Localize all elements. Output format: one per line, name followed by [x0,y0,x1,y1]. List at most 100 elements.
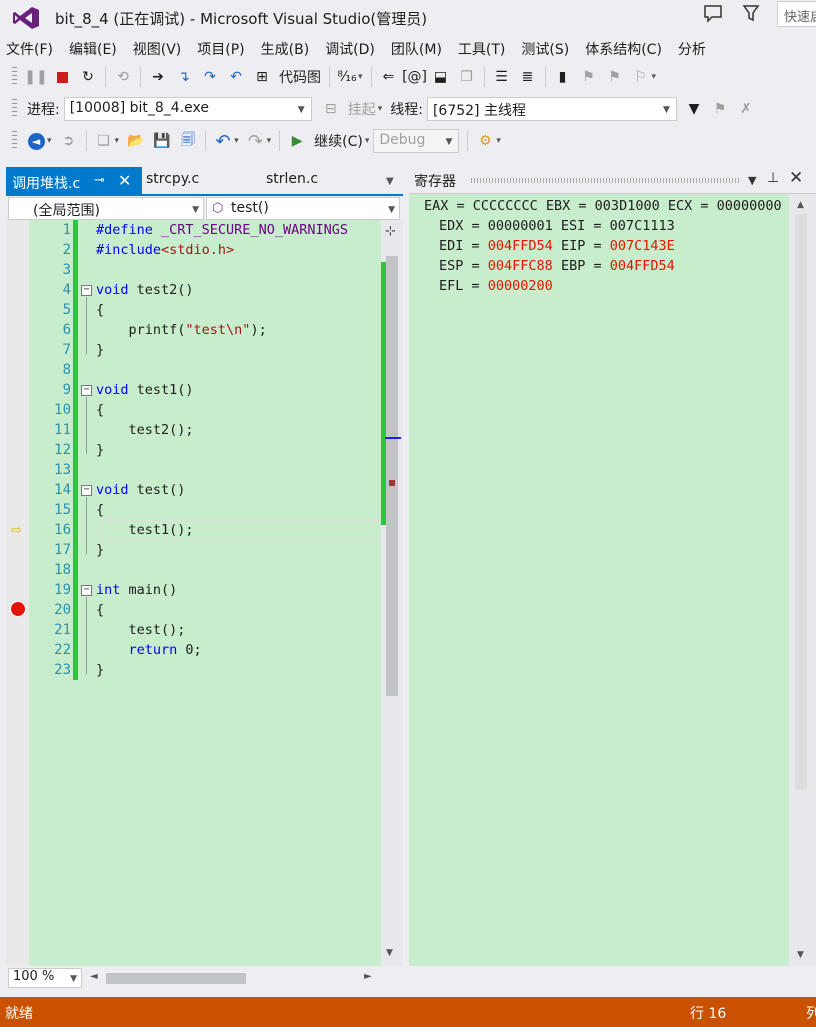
window-drag-grip[interactable] [471,178,741,183]
pin-icon[interactable]: ⊥ [767,170,779,186]
stop-icon[interactable] [51,66,73,88]
configuration-select[interactable]: Debug ▼ [373,129,460,153]
restart-icon[interactable]: ↻ [77,66,99,88]
save-all-icon[interactable]: 🗐 [177,130,199,152]
unflag-threads-icon[interactable]: ✗ [735,98,757,120]
navigate-back-icon[interactable]: ◄ [25,130,47,152]
collapse-icon[interactable]: − [81,485,92,496]
toolbar-grip[interactable] [12,99,17,119]
close-icon[interactable]: ✕ [789,168,803,188]
step-over-icon[interactable]: ↷ [199,66,221,88]
tab-call-stack-c[interactable]: 调用堆栈.c ⊸ ✕ [6,167,142,194]
quick-launch-input[interactable]: 快速启 [777,1,816,27]
continue-icon[interactable]: ▶ [286,130,308,152]
scrollbar-thumb[interactable] [386,256,398,696]
window-position-dropdown-icon[interactable]: ▼ [748,174,756,187]
toolbar-grip[interactable] [12,67,17,87]
dropdown-arrow-icon[interactable]: ▾ [652,72,657,82]
process-select[interactable]: [10008] bit_8_4.exe ▼ [63,97,312,121]
suspend-button[interactable]: 挂起 [348,99,376,119]
new-project-icon[interactable]: ❏ [93,130,115,152]
undo-icon[interactable]: ↶ [212,130,234,152]
method-icon: ⬡ [212,201,224,216]
redo-icon[interactable]: ↷ [245,130,267,152]
tab-overflow-chevron-icon[interactable]: ▼ [386,176,394,187]
threads-icon[interactable]: ⇐ [378,66,400,88]
hot-reload-icon[interactable]: ⟲ [112,66,134,88]
thread-filter-icon[interactable]: ▼ [683,98,705,120]
collapse-icon[interactable]: − [81,385,92,396]
scrollbar-thumb[interactable] [795,214,807,790]
menu-edit[interactable]: 编辑(E) [63,39,123,59]
scroll-left-icon[interactable]: ◄ [90,971,98,982]
save-icon[interactable]: 💾 [151,130,173,152]
continue-button[interactable]: 继续(C) [314,131,363,151]
collapse-icon[interactable]: − [81,285,92,296]
next-bookmark-icon[interactable]: ⚑ [604,66,626,88]
tab-strcpy-c[interactable]: strcpy.c [140,167,205,194]
tab-strlen-c[interactable]: strlen.c [260,167,324,194]
stack-frame-icon[interactable]: ⬓ [430,66,452,88]
horizontal-scrollbar-thumb[interactable] [106,973,246,984]
menu-view[interactable]: 视图(V) [127,39,188,59]
scroll-up-icon[interactable]: ▲ [797,200,804,210]
open-file-icon[interactable]: 📂 [125,130,147,152]
menu-analyze[interactable]: 分析 [672,39,712,59]
dropdown-arrow-icon[interactable]: ▾ [115,136,120,146]
collapse-icon[interactable]: − [81,585,92,596]
menu-project[interactable]: 项目(P) [191,39,250,59]
navigate-forward-icon[interactable]: ➲ [58,130,80,152]
registers-vertical-scrollbar[interactable]: ▲ ▼ [789,194,816,966]
scroll-down-icon[interactable]: ▼ [797,950,804,960]
dropdown-arrow-icon[interactable]: ▾ [267,136,272,146]
menu-build[interactable]: 生成(B) [255,39,316,59]
dropdown-arrow-icon[interactable]: ▾ [234,136,239,146]
zoom-select[interactable]: 100 % ▼ [8,968,82,988]
menu-architecture[interactable]: 体系结构(C) [579,39,668,59]
scroll-right-icon[interactable]: ► [364,971,372,982]
dropdown-arrow-icon[interactable]: ▾ [378,104,383,114]
registers-content[interactable]: EAX = CCCCCCCC EBX = 003D1000 ECX = 0000… [409,194,789,966]
scroll-down-icon[interactable]: ▼ [386,948,393,958]
menu-tools[interactable]: 工具(T) [452,39,511,59]
menu-file[interactable]: 文件(F) [0,39,59,59]
dropdown-arrow-icon[interactable]: ▾ [358,72,363,82]
suspend-icon[interactable]: ⊟ [320,98,342,120]
breakpoint-icon[interactable] [10,601,26,617]
indent-icon[interactable]: ☰ [491,66,513,88]
hex-display-icon[interactable]: ⁸⁄₁₆ [336,66,358,88]
code-text-area[interactable]: − − − − #define _CRT_SECURE_NO_WARNINGS … [81,220,385,966]
attach-process-icon[interactable]: ⚙ [474,130,496,152]
function-select[interactable]: ⬡ test() ▼ [206,197,400,220]
editor-vertical-scrollbar[interactable]: ⊹ ▼ [381,220,403,966]
clear-bookmarks-icon[interactable]: ⚐ [630,66,652,88]
show-next-statement-icon[interactable]: ➔ [147,66,169,88]
thread-select[interactable]: [6752] 主线程 ▼ [426,97,677,121]
dropdown-arrow-icon[interactable]: ▾ [47,136,52,146]
step-out-icon[interactable]: ↶ [225,66,247,88]
bookmark-icon[interactable]: ▮ [552,66,574,88]
menu-debug[interactable]: 调试(D) [319,39,381,59]
watch-icon[interactable]: [@] [402,66,427,88]
feedback-icon[interactable] [703,3,723,23]
filter-icon[interactable] [742,3,760,23]
pin-icon[interactable]: ⊸ [94,173,105,188]
toolbar-grip[interactable] [12,131,17,151]
step-into-icon[interactable]: ↴ [173,66,195,88]
code-editor[interactable]: ⇨ 1 2 3 4 5 6 7 8 9 10 11 12 13 14 15 16… [6,220,403,966]
copy-frames-icon[interactable]: ❐ [456,66,478,88]
scope-select[interactable]: (全局范围) ▼ [8,197,204,220]
flag-threads-icon[interactable]: ⚑ [709,98,731,120]
code-map-icon[interactable]: ⊞ [251,66,273,88]
comment-icon[interactable]: ≣ [517,66,539,88]
close-icon[interactable]: ✕ [118,171,131,190]
pause-icon[interactable]: ❚❚ [24,66,47,88]
menu-team[interactable]: 团队(M) [385,39,448,59]
dropdown-arrow-icon[interactable]: ▾ [496,136,501,146]
indicator-margin[interactable] [6,220,29,966]
code-map-button[interactable]: 代码图 [279,67,321,87]
menu-test[interactable]: 测试(S) [515,39,575,59]
prev-bookmark-icon[interactable]: ⚑ [578,66,600,88]
dropdown-arrow-icon[interactable]: ▾ [365,136,370,146]
split-window-icon[interactable]: ⊹ [385,224,396,239]
